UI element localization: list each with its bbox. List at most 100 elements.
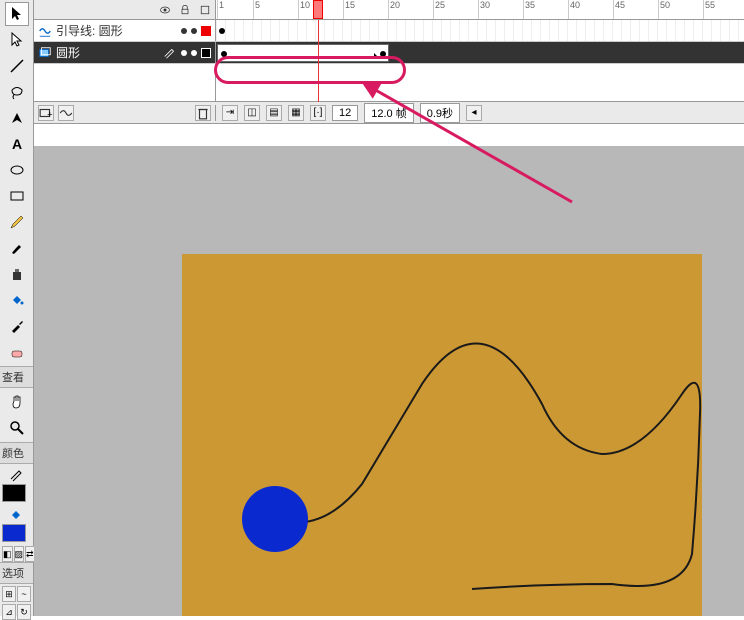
stroke-pencil-icon xyxy=(5,468,29,482)
add-layer-button[interactable]: + xyxy=(38,105,54,121)
timeline-footer: + ⇥ ◫ ▤ ▦ [·] 12 12.0 帧 0.9秒 ◂ xyxy=(34,102,744,124)
lock-dot[interactable] xyxy=(191,28,197,34)
blue-circle-symbol[interactable] xyxy=(242,486,308,552)
timeline-ruler-row: 1 5 10 15 20 25 30 35 40 45 50 55 60 xyxy=(34,0,744,20)
color-mini-buttons: ◧ ▨ ⇄ xyxy=(0,546,33,562)
visibility-dot[interactable] xyxy=(181,50,187,56)
frame-ruler[interactable]: 1 5 10 15 20 25 30 35 40 45 50 55 60 xyxy=(216,0,744,19)
fill-color-swatch[interactable] xyxy=(2,524,26,542)
outline-icon[interactable] xyxy=(199,4,211,16)
rotate-button[interactable]: ↻ xyxy=(17,604,31,620)
selection-tool[interactable] xyxy=(5,2,29,26)
eyedropper-tool[interactable] xyxy=(5,314,29,338)
visibility-dot[interactable] xyxy=(181,28,187,34)
ruler-tick: 30 xyxy=(478,0,490,19)
elapsed-field: 0.9秒 xyxy=(420,103,460,123)
ink-bottle-tool[interactable] xyxy=(5,262,29,286)
current-frame-field[interactable]: 12 xyxy=(332,105,358,121)
ruler-tick: 55 xyxy=(703,0,715,19)
straighten-button[interactable]: ⊿ xyxy=(2,604,16,620)
outline-color-swatch[interactable] xyxy=(201,48,211,58)
layer-row-guide[interactable]: 引导线: 圆形 xyxy=(34,20,744,42)
keyframe-icon xyxy=(380,51,386,57)
lock-dot[interactable] xyxy=(191,50,197,56)
no-color-button[interactable]: ▨ xyxy=(14,546,25,562)
keyframe-icon[interactable] xyxy=(219,28,225,34)
timeline-status: ⇥ ◫ ▤ ▦ [·] 12 12.0 帧 0.9秒 ◂ xyxy=(216,103,744,123)
center-frame-button[interactable]: ⇥ xyxy=(222,105,238,121)
layer-column-header xyxy=(34,0,216,19)
fps-field[interactable]: 12.0 帧 xyxy=(364,103,413,123)
options-section-label: 选项 xyxy=(0,562,33,584)
text-tool[interactable]: A xyxy=(5,132,29,156)
add-guide-button[interactable] xyxy=(58,105,74,121)
guide-layer-icon xyxy=(38,24,52,38)
layer-icon xyxy=(38,46,52,60)
color-section-label: 颜色 xyxy=(0,442,33,464)
layer-shape-frames[interactable] xyxy=(216,42,744,63)
layer-name: 圆形 xyxy=(56,44,80,61)
playhead[interactable] xyxy=(313,0,323,19)
onion-markers-button[interactable]: [·] xyxy=(310,105,326,121)
outline-color-swatch[interactable] xyxy=(201,26,211,36)
pen-tool[interactable] xyxy=(5,106,29,130)
frame-span[interactable] xyxy=(217,44,389,62)
ruler-tick: 15 xyxy=(343,0,355,19)
playhead-line xyxy=(318,20,319,42)
pencil-edit-icon xyxy=(163,46,177,60)
line-tool[interactable] xyxy=(5,54,29,78)
onion-outline-button[interactable]: ▤ xyxy=(266,105,282,121)
lock-icon[interactable] xyxy=(179,4,191,16)
delete-layer-button[interactable] xyxy=(195,105,211,121)
svg-text:A: A xyxy=(12,136,22,152)
pencil-tool[interactable] xyxy=(5,210,29,234)
eye-icon[interactable] xyxy=(159,4,171,16)
ruler-tick: 35 xyxy=(523,0,535,19)
timeline-empty-area xyxy=(34,64,744,102)
playhead-line xyxy=(318,64,319,102)
document-canvas-area[interactable] xyxy=(34,146,744,616)
options-row2: ⊿ ↻ xyxy=(0,604,33,620)
paint-bucket-tool[interactable] xyxy=(5,288,29,312)
subselection-tool[interactable] xyxy=(5,28,29,52)
layer-cell-guide[interactable]: 引导线: 圆形 xyxy=(34,20,216,41)
svg-text:+: + xyxy=(47,109,52,119)
layer-buttons: + xyxy=(34,105,216,121)
scroll-left-button[interactable]: ◂ xyxy=(466,105,482,121)
tools-panel: A 查看 颜色 ◧ ▨ ⇄ 选项 ⊞ ~ ⊿ ↻ xyxy=(0,0,34,616)
lasso-tool[interactable] xyxy=(5,80,29,104)
playhead-line xyxy=(318,42,319,64)
layer-name: 引导线: 圆形 xyxy=(56,22,123,39)
brush-tool[interactable] xyxy=(5,236,29,260)
onion-skin-button[interactable]: ◫ xyxy=(244,105,260,121)
layer-guide-frames[interactable] xyxy=(216,20,744,41)
ruler-tick: 1 xyxy=(217,0,224,19)
ruler-tick: 50 xyxy=(658,0,670,19)
tween-arrow-icon xyxy=(228,56,376,57)
snap-button[interactable]: ⊞ xyxy=(2,586,16,602)
stroke-color-row xyxy=(0,464,33,504)
layer-cell-shape[interactable]: 圆形 xyxy=(34,42,216,63)
smooth-button[interactable]: ~ xyxy=(17,586,31,602)
ruler-tick: 10 xyxy=(298,0,310,19)
ruler-tick: 5 xyxy=(253,0,260,19)
view-section-label: 查看 xyxy=(0,366,33,388)
keyframe-icon xyxy=(221,51,227,57)
stage[interactable] xyxy=(182,254,702,616)
fill-color-row xyxy=(0,504,33,544)
oval-tool[interactable] xyxy=(5,158,29,182)
default-colors-button[interactable]: ◧ xyxy=(2,546,13,562)
ruler-tick: 20 xyxy=(388,0,400,19)
edit-multi-button[interactable]: ▦ xyxy=(288,105,304,121)
eraser-tool[interactable] xyxy=(5,340,29,364)
ruler-tick: 25 xyxy=(433,0,445,19)
motion-guide-path xyxy=(182,254,702,616)
zoom-tool[interactable] xyxy=(5,416,29,440)
layer-row-shape[interactable]: 圆形 xyxy=(34,42,744,64)
hand-tool[interactable] xyxy=(5,390,29,414)
ruler-tick: 45 xyxy=(613,0,625,19)
rectangle-tool[interactable] xyxy=(5,184,29,208)
ruler-tick: 40 xyxy=(568,0,580,19)
stroke-color-swatch[interactable] xyxy=(2,484,26,502)
timeline-panel: 1 5 10 15 20 25 30 35 40 45 50 55 60 引导线… xyxy=(34,0,744,124)
